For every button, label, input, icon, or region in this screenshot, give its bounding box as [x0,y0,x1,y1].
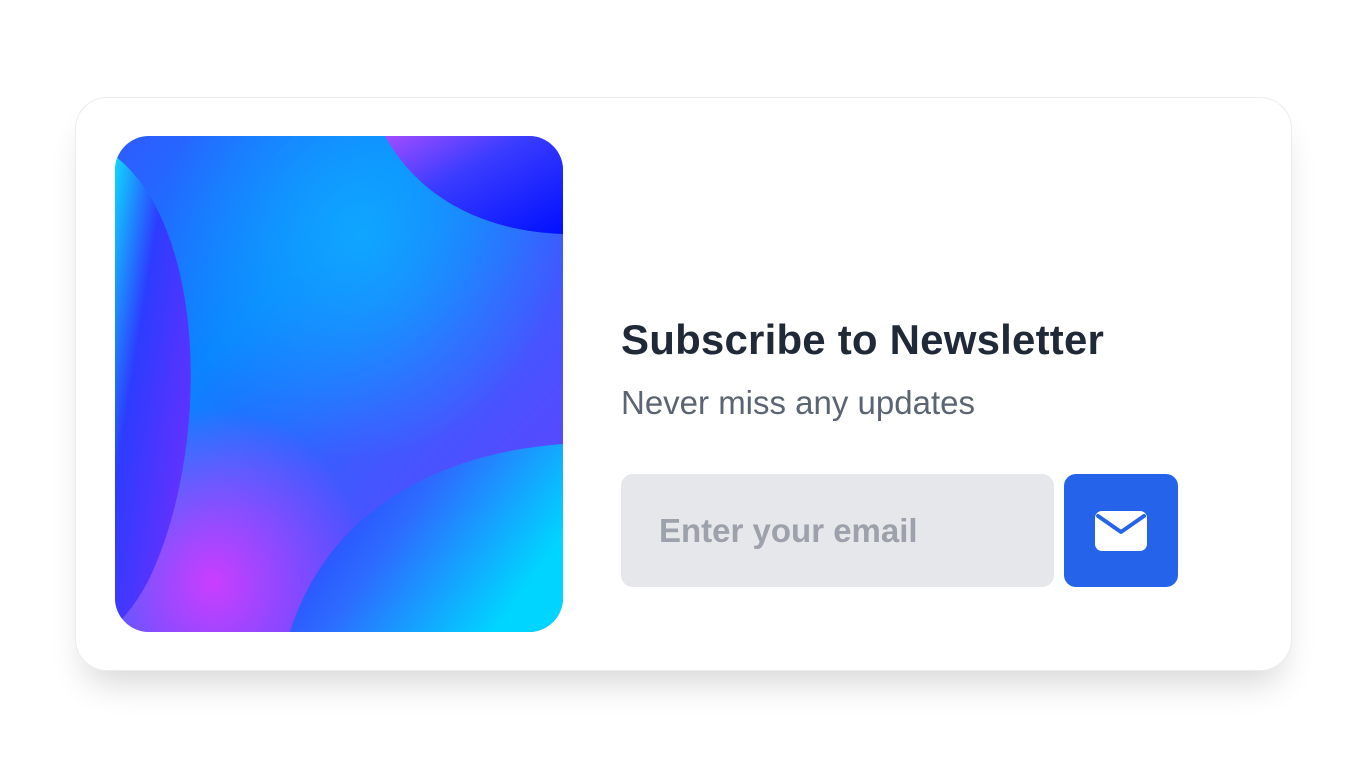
subscribe-button[interactable] [1064,474,1178,587]
envelope-icon [1094,510,1148,552]
decorative-gradient-image [115,136,563,632]
newsletter-title: Subscribe to Newsletter [621,316,1105,363]
newsletter-subtitle: Never miss any updates [621,384,975,421]
newsletter-card: Subscribe to Newsletter Never miss any u… [75,97,1292,671]
email-input[interactable] [621,474,1054,587]
